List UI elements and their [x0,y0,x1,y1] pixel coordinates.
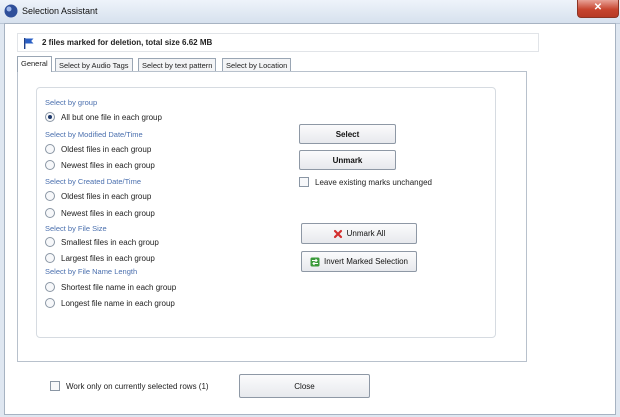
section-label-size: Select by File Size [45,224,107,233]
close-button[interactable]: Close [239,374,370,398]
invert-selection-label: Invert Marked Selection [323,257,409,266]
status-bar: 2 files marked for deletion, total size … [17,33,539,52]
option-all-but-one[interactable]: All but one file in each group [45,111,162,123]
radio-button[interactable] [45,191,55,201]
radio-button[interactable] [45,298,55,308]
option-name-shortest[interactable]: Shortest file name in each group [45,281,176,293]
section-label-modified: Select by Modified Date/Time [45,130,143,139]
invert-selection-button[interactable]: Invert Marked Selection [301,251,417,272]
leave-marks-checkbox[interactable] [299,177,309,187]
option-size-largest[interactable]: Largest files in each group [45,252,155,264]
option-label: Longest file name in each group [61,298,175,308]
option-modified-newest[interactable]: Newest files in each group [45,159,155,171]
dialog-body: 2 files marked for deletion, total size … [4,23,616,415]
option-created-newest[interactable]: Newest files in each group [45,207,155,219]
option-size-smallest[interactable]: Smallest files in each group [45,236,159,248]
leave-marks-label: Leave existing marks unchanged [315,177,432,187]
option-created-oldest[interactable]: Oldest files in each group [45,190,151,202]
selection-options-group: Select by group All but one file in each… [36,87,496,338]
option-label: Largest files in each group [61,253,155,263]
work-only-option[interactable]: Work only on currently selected rows (1) [50,381,209,391]
section-label-group: Select by group [45,98,98,107]
radio-button[interactable] [45,208,55,218]
option-label: Shortest file name in each group [61,282,177,292]
tab-general[interactable]: General [17,56,52,72]
radio-button[interactable] [45,237,55,247]
unmark-all-button[interactable]: Unmark All [301,223,417,244]
radio-button[interactable] [45,144,55,154]
status-text: 2 files marked for deletion, total size … [42,38,213,47]
option-modified-oldest[interactable]: Oldest files in each group [45,143,151,155]
section-label-created: Select by Created Date/Time [45,177,142,186]
tab-location[interactable]: Select by Location [222,58,292,72]
work-only-label: Work only on currently selected rows (1) [66,381,209,391]
select-button[interactable]: Select [299,124,396,144]
radio-button[interactable] [45,253,55,263]
option-name-longest[interactable]: Longest file name in each group [45,297,175,309]
radio-button[interactable] [45,160,55,170]
option-label: Newest files in each group [61,208,155,218]
work-only-checkbox[interactable] [50,381,60,391]
leave-marks-option[interactable]: Leave existing marks unchanged [299,177,432,187]
red-x-icon [333,229,342,238]
option-label: Smallest files in each group [61,237,159,247]
window-close-button[interactable]: ✕ [577,0,619,18]
unmark-button[interactable]: Unmark [299,150,396,170]
general-tab-panel: Select by group All but one file in each… [17,71,527,362]
invert-arrows-icon [310,257,320,266]
option-label: All but one file in each group [61,112,162,122]
option-label: Oldest files in each group [61,144,152,154]
section-label-name-length: Select by File Name Length [45,267,138,276]
title-bar: Selection Assistant ✕ [0,0,620,24]
app-logo-icon [4,4,18,18]
option-label: Oldest files in each group [61,191,152,201]
flag-icon [24,38,34,49]
tab-audio-tags[interactable]: Select by Audio Tags [55,58,133,72]
tab-text-pattern[interactable]: Select by text pattern [138,58,217,72]
unmark-all-label: Unmark All [346,229,386,238]
radio-button[interactable] [45,112,55,122]
radio-button[interactable] [45,282,55,292]
window-title: Selection Assistant [22,6,98,16]
option-label: Newest files in each group [61,160,155,170]
